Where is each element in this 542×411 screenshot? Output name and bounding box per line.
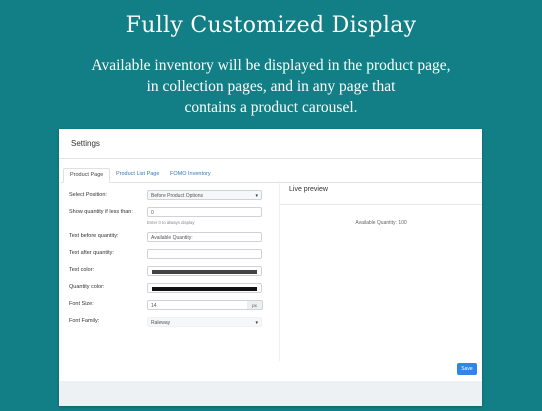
text-after-input[interactable] bbox=[147, 249, 262, 259]
hero-subtitle-line: in collection pages, and in any page tha… bbox=[146, 78, 396, 95]
quantity-color-swatch bbox=[152, 286, 257, 291]
preview-separator bbox=[280, 204, 482, 205]
show-quantity-hint: Enter 0 to always display bbox=[147, 220, 195, 225]
font-size-input[interactable]: 14 bbox=[147, 300, 248, 310]
hero-subtitle: Available inventory will be displayed in… bbox=[60, 55, 482, 118]
save-button[interactable]: Save bbox=[457, 363, 477, 375]
text-color-label: Text color: bbox=[69, 267, 95, 273]
tab-fomo-inventory[interactable]: FOMO Inventory bbox=[164, 168, 217, 181]
live-preview-title: Live preview bbox=[289, 186, 328, 193]
text-color-swatch bbox=[152, 269, 257, 274]
hero-subtitle-line: Available inventory will be displayed in… bbox=[91, 57, 451, 74]
font-family-value: Raleway bbox=[151, 320, 171, 326]
font-size-label: Font Size: bbox=[69, 301, 94, 307]
select-position-dropdown[interactable]: Before Product Options ▾ bbox=[147, 190, 262, 200]
show-quantity-input[interactable]: 0 bbox=[147, 207, 262, 217]
settings-tabs: Product Page Product List Page FOMO Inve… bbox=[61, 168, 482, 183]
text-before-value: Available Quantity: bbox=[151, 235, 193, 241]
tab-product-list-page[interactable]: Product List Page bbox=[110, 168, 165, 181]
font-size-value: 14 bbox=[151, 303, 157, 309]
preview-divider bbox=[279, 181, 280, 361]
select-position-label: Select Position: bbox=[69, 192, 107, 198]
text-before-input[interactable]: Available Quantity: bbox=[147, 232, 262, 242]
tab-product-page[interactable]: Product Page bbox=[63, 168, 111, 183]
hero-title: Fully Customized Display bbox=[125, 13, 417, 38]
quantity-color-picker[interactable] bbox=[147, 283, 262, 293]
text-before-label: Text before quantity: bbox=[69, 233, 119, 239]
settings-header: Settings bbox=[59, 129, 482, 159]
live-preview-text: Available Quantity: 100 bbox=[355, 220, 407, 226]
font-family-label: Font Family: bbox=[69, 318, 100, 324]
quantity-color-label: Quantity color: bbox=[69, 284, 105, 290]
text-after-label: Text after quantity: bbox=[69, 250, 114, 256]
font-family-dropdown[interactable]: Raleway ▾ bbox=[147, 317, 262, 327]
show-quantity-value: 0 bbox=[151, 210, 154, 216]
chevron-down-icon: ▾ bbox=[255, 320, 258, 326]
show-quantity-label: Show quantity if less than: bbox=[69, 209, 133, 215]
hero-subtitle-line: contains a product carousel. bbox=[184, 99, 358, 116]
font-size-unit: px bbox=[247, 300, 263, 310]
panel-footer bbox=[59, 381, 482, 406]
text-color-picker[interactable] bbox=[147, 266, 262, 276]
select-position-value: Before Product Options bbox=[151, 193, 203, 199]
settings-panel: Settings Product Page Product List Page … bbox=[59, 129, 482, 406]
chevron-down-icon: ▾ bbox=[255, 193, 258, 199]
